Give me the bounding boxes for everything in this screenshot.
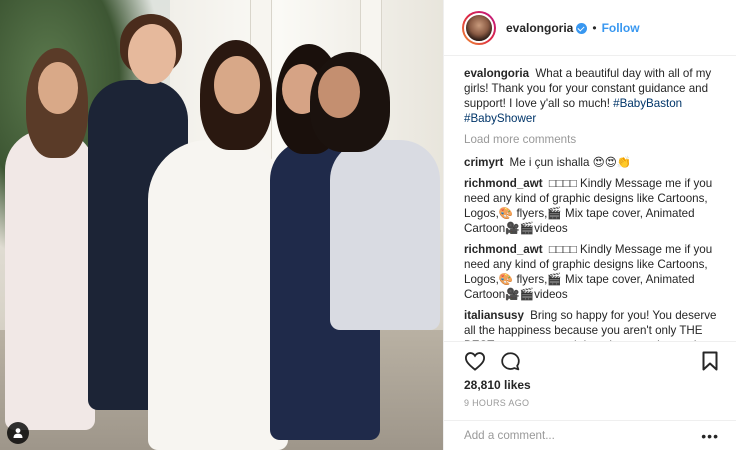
comment-username[interactable]: italiansusy: [464, 309, 524, 322]
action-bar: [464, 348, 718, 374]
photo-person: [5, 130, 95, 430]
more-options-icon[interactable]: •••: [701, 428, 719, 444]
comment-button[interactable]: [500, 351, 521, 372]
post-photo[interactable]: [0, 0, 443, 450]
comments-list[interactable]: evalongoria What a beautiful day with al…: [444, 56, 736, 341]
comment-item: richmond_awt □□□□ Kindly Message me if y…: [464, 176, 718, 236]
post-header: evalongoria • Follow: [444, 0, 736, 56]
comment-item: richmond_awt □□□□ Kindly Message me if y…: [464, 242, 718, 302]
comment-item: crimyrt Me i çun ishalla 😍😍👏: [464, 155, 718, 170]
comment-username[interactable]: richmond_awt: [464, 243, 543, 256]
load-more-comments-link[interactable]: Load more comments: [464, 132, 718, 147]
add-comment-input[interactable]: [464, 429, 702, 442]
likes-count[interactable]: 28,810 likes: [464, 378, 718, 392]
photo-person: [330, 140, 440, 330]
photo-face: [214, 56, 260, 114]
instagram-post: evalongoria • Follow evalongoria What a …: [0, 0, 736, 450]
photo-person: [148, 140, 288, 450]
save-button[interactable]: [702, 351, 718, 371]
post-sidebar: evalongoria • Follow evalongoria What a …: [443, 0, 736, 450]
header-username[interactable]: evalongoria: [506, 21, 573, 35]
header-separator: •: [592, 20, 597, 35]
user-tag-button[interactable]: [7, 422, 29, 444]
avatar-image: [464, 12, 494, 43]
photo-face: [318, 66, 360, 118]
comment-icon: [501, 351, 520, 370]
photo-face: [38, 62, 78, 114]
comment-text: Me i çun ishalla 😍😍👏: [509, 156, 632, 169]
bookmark-icon: [702, 351, 718, 371]
caption-username[interactable]: evalongoria: [464, 67, 529, 80]
comment-item: italiansusy Bring so happy for you! You …: [464, 308, 718, 341]
photo-face: [128, 24, 176, 84]
profile-avatar[interactable]: [462, 10, 496, 45]
comment-username[interactable]: richmond_awt: [464, 177, 543, 190]
verified-badge-icon: [576, 23, 588, 34]
person-icon: [13, 428, 23, 438]
caption: evalongoria What a beautiful day with al…: [464, 66, 718, 126]
add-comment-bar: •••: [444, 420, 736, 450]
comment-username[interactable]: crimyrt: [464, 156, 503, 169]
follow-button[interactable]: Follow: [602, 21, 640, 35]
post-timestamp: 9 HOURS AGO: [464, 398, 530, 408]
like-button[interactable]: [464, 351, 486, 371]
heart-icon: [464, 352, 486, 371]
